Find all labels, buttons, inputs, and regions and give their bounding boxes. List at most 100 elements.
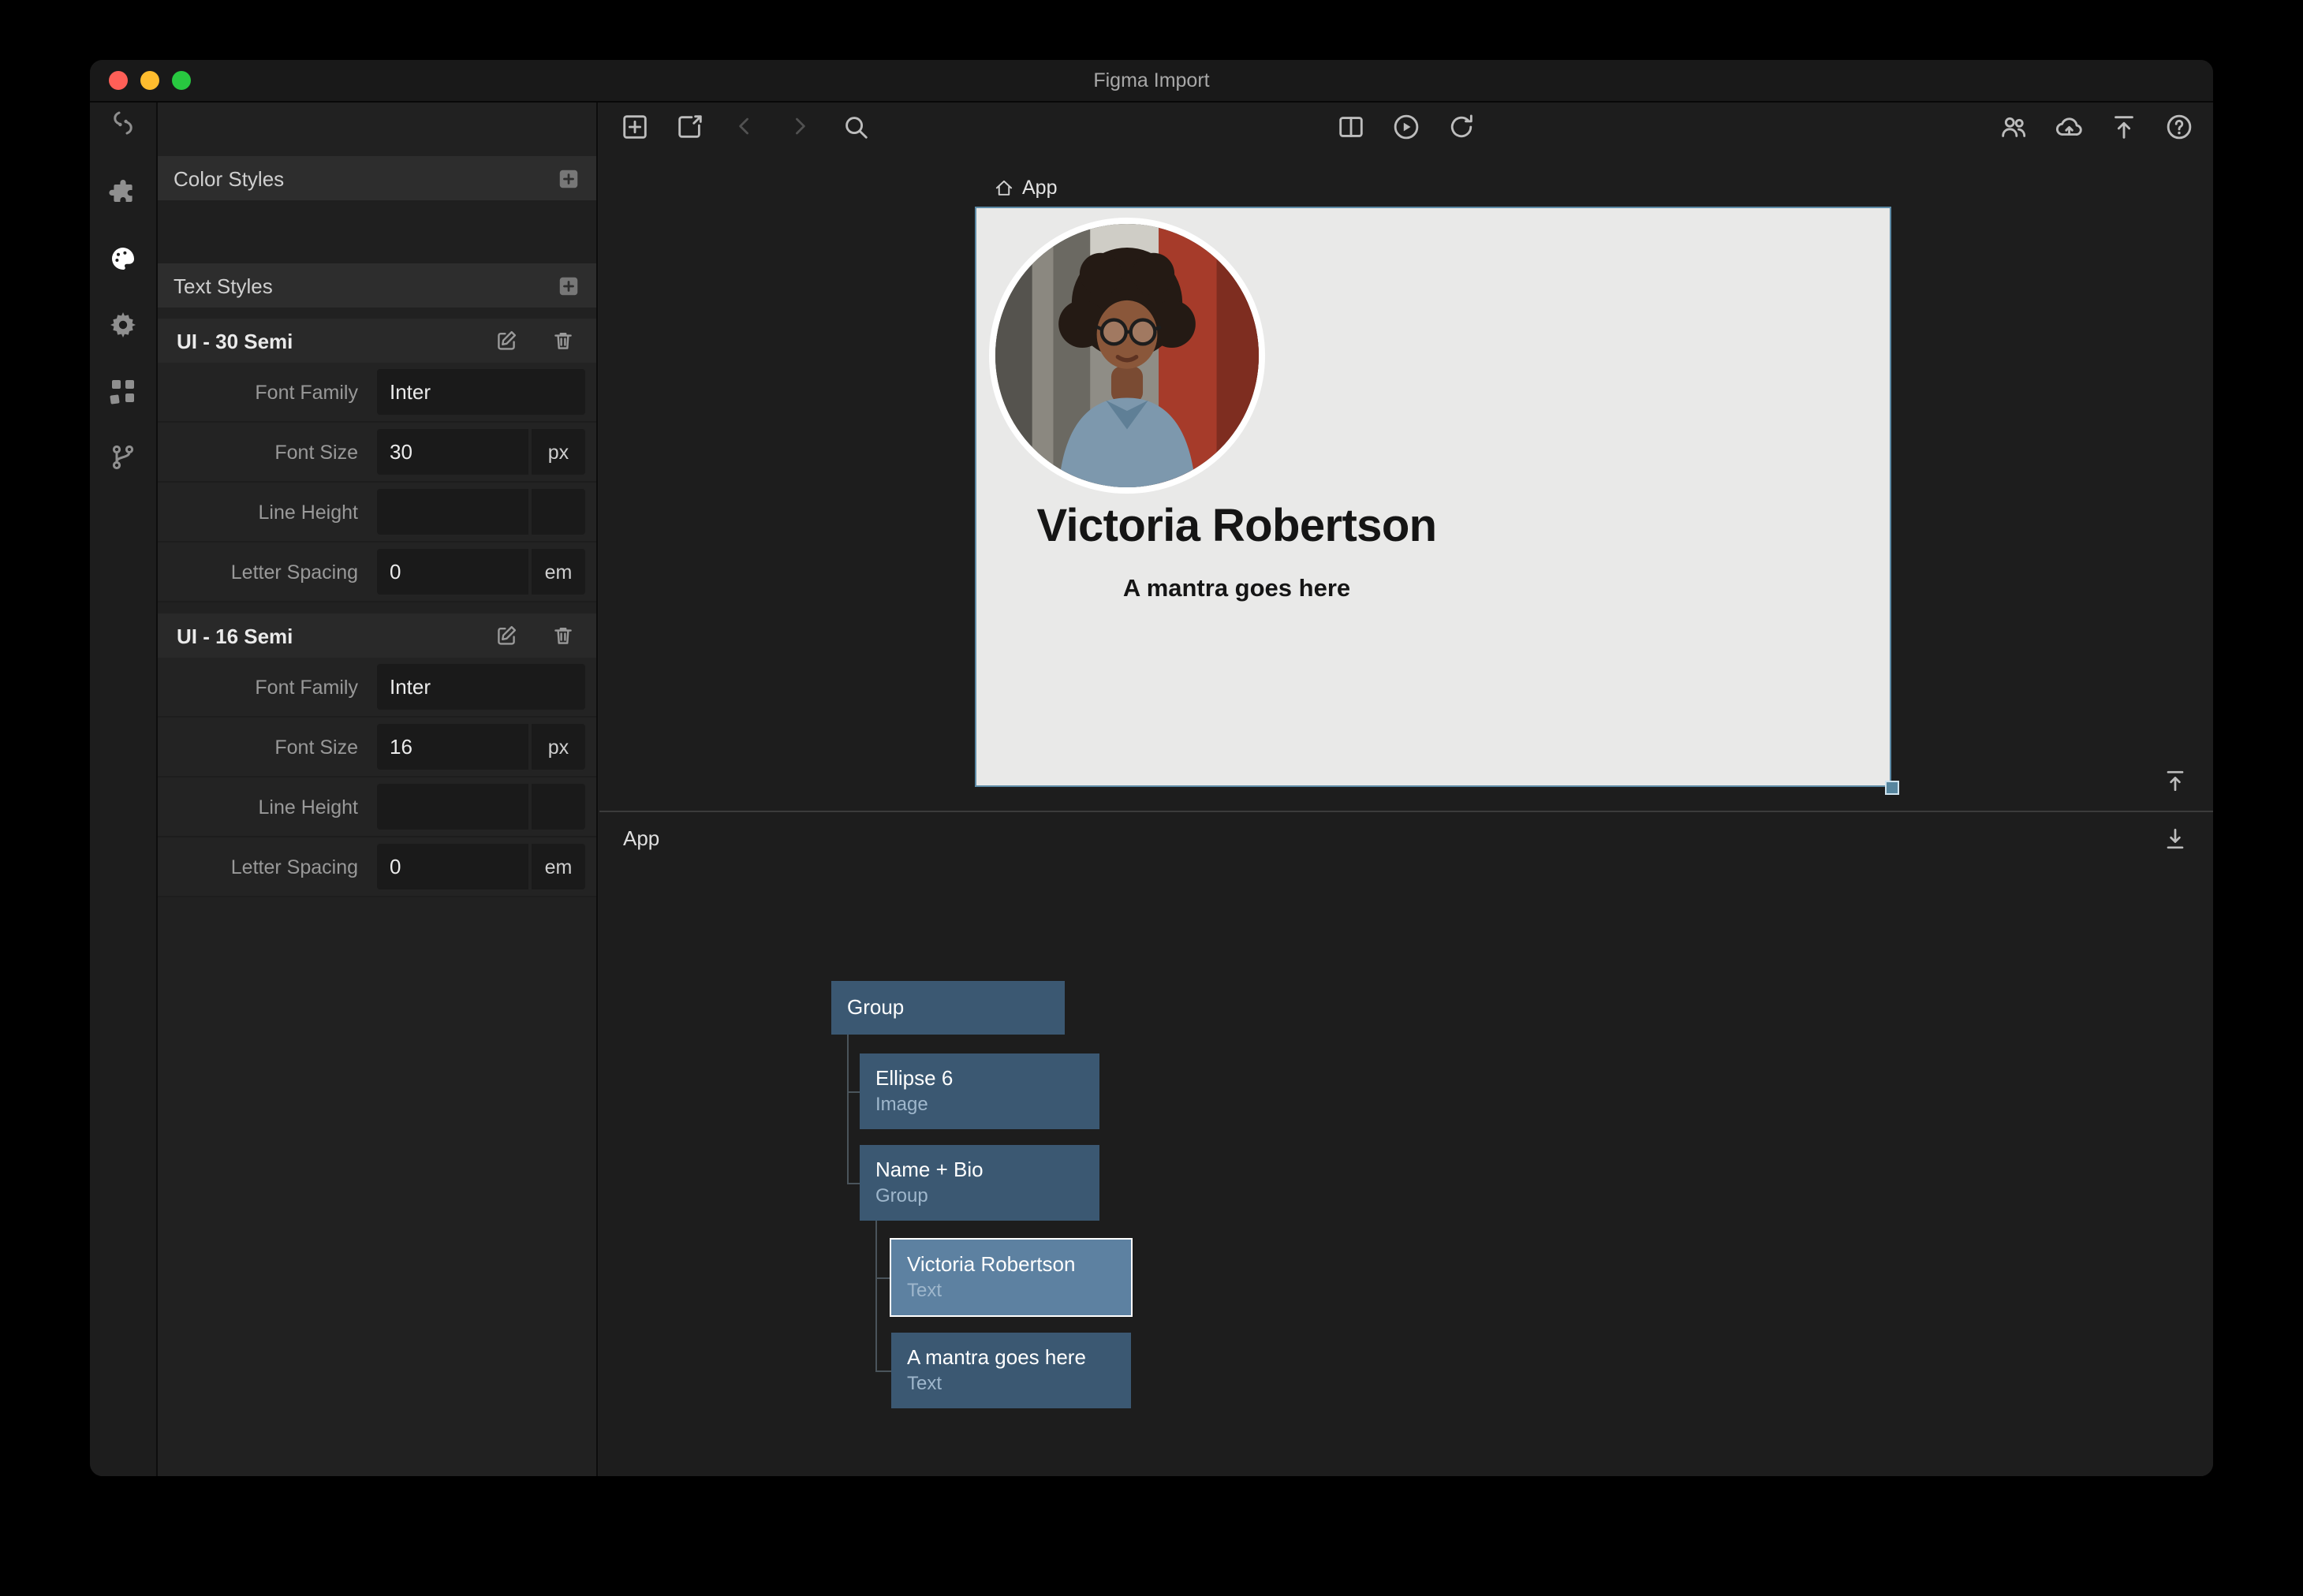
tree-node-mantra[interactable]: A mantra goes here Text (891, 1333, 1131, 1408)
search-button[interactable] (836, 107, 874, 145)
tree-connector (875, 1221, 877, 1370)
tree-node-type: Image (875, 1093, 1084, 1117)
tree-node-ellipse[interactable]: Ellipse 6 Image (860, 1053, 1099, 1129)
chevron-left-icon (730, 112, 759, 140)
gear-icon (107, 309, 139, 341)
tree-connector (875, 1277, 891, 1279)
font-family-label: Font Family (158, 676, 377, 698)
components-icon (107, 375, 139, 407)
tree-connector (875, 1370, 891, 1372)
import-button[interactable] (670, 107, 708, 145)
publish-button[interactable] (2104, 107, 2142, 145)
font-size-label: Font Size (158, 736, 377, 758)
app-frame[interactable]: Victoria Robertson A mantra goes here (975, 207, 1891, 787)
text-style-entry-header: UI - 30 Semi (158, 319, 596, 363)
color-styles-list-empty (158, 200, 596, 263)
font-family-row: Font Family Inter (158, 363, 596, 423)
refresh-icon (1446, 111, 1476, 141)
rail-item-branch[interactable] (104, 438, 142, 476)
font-family-input[interactable]: Inter (377, 369, 585, 415)
styles-panel: Color Styles Text Styles (158, 103, 598, 1476)
letter-spacing-label: Letter Spacing (158, 561, 377, 583)
tree-connector (847, 1035, 849, 1183)
text-styles-title: Text Styles (174, 274, 273, 297)
left-rail (90, 103, 158, 1476)
letter-spacing-row: Letter Spacing 0 em (158, 837, 596, 897)
font-size-input[interactable]: 30 (377, 429, 528, 475)
letter-spacing-input[interactable]: 0 (377, 844, 528, 889)
split-view-button[interactable] (1332, 107, 1370, 145)
text-style-name: UI - 16 Semi (177, 624, 293, 647)
tree-node-name-bio[interactable]: Name + Bio Group (860, 1145, 1099, 1221)
font-family-input[interactable]: Inter (377, 664, 585, 710)
color-styles-title: Color Styles (174, 166, 284, 190)
window-title: Figma Import (90, 60, 2213, 101)
play-button[interactable] (1387, 107, 1425, 145)
app-window: Figma Import (88, 58, 2215, 1478)
refresh-button[interactable] (1443, 107, 1480, 145)
add-text-style-button[interactable] (555, 273, 580, 298)
profile-photo[interactable] (989, 218, 1265, 494)
frame-mantra-text[interactable]: A mantra goes here (992, 576, 1481, 604)
breadcrumb[interactable]: App (994, 177, 1058, 199)
branch-icon (107, 442, 139, 473)
font-size-unit[interactable]: px (532, 429, 585, 475)
collapse-top-icon (2161, 766, 2189, 795)
line-height-row: Line Height (158, 777, 596, 837)
edit-style-button[interactable] (492, 326, 521, 355)
name-bio-group[interactable]: Victoria Robertson A mantra goes here (992, 502, 1481, 604)
vector-tool-icon (107, 107, 139, 139)
line-height-input[interactable] (377, 489, 528, 535)
split-view-icon (1336, 111, 1366, 141)
help-button[interactable] (2159, 107, 2197, 145)
main-area: App (599, 103, 2213, 1476)
tree-node-victoria[interactable]: Victoria Robertson Text (891, 1240, 1131, 1315)
expand-panel-button[interactable] (2159, 823, 2191, 855)
line-height-unit[interactable] (532, 784, 585, 830)
tree-node-label: Ellipse 6 (875, 1066, 1084, 1091)
line-height-label: Line Height (158, 501, 377, 523)
hierarchy-root-label[interactable]: App (623, 826, 659, 850)
letter-spacing-row: Letter Spacing 0 em (158, 543, 596, 602)
back-button[interactable] (726, 107, 763, 145)
text-styles-header: Text Styles (158, 263, 596, 308)
rail-item-components[interactable] (104, 372, 142, 410)
upload-icon (2108, 111, 2138, 141)
add-frame-button[interactable] (615, 107, 653, 145)
frame-name-text[interactable]: Victoria Robertson (992, 502, 1481, 554)
tree-node-group[interactable]: Group (831, 981, 1065, 1035)
play-icon (1391, 111, 1421, 141)
font-size-row: Font Size 30 px (158, 423, 596, 483)
edit-style-button[interactable] (492, 621, 521, 650)
rail-item-styles[interactable] (104, 240, 142, 278)
canvas[interactable]: App (599, 150, 2213, 811)
puzzle-icon (107, 177, 139, 208)
add-frame-icon (619, 111, 649, 141)
delete-style-button[interactable] (549, 326, 577, 355)
tree-node-type: Text (907, 1372, 1115, 1396)
forward-button[interactable] (781, 107, 819, 145)
main-toolbar (599, 103, 2213, 150)
collaborators-button[interactable] (1994, 107, 2032, 145)
delete-style-button[interactable] (549, 621, 577, 650)
selection-resize-handle[interactable] (1885, 781, 1899, 795)
font-size-input[interactable]: 16 (377, 724, 528, 770)
line-height-unit[interactable] (532, 489, 585, 535)
help-icon (2163, 111, 2193, 141)
cloud-sync-icon (2053, 111, 2083, 141)
users-icon (1998, 111, 2028, 141)
letter-spacing-input[interactable]: 0 (377, 549, 528, 595)
tree-node-type: Group (875, 1184, 1084, 1208)
letter-spacing-unit[interactable]: em (532, 549, 585, 595)
rail-item-plugins[interactable] (104, 173, 142, 211)
rail-item-settings[interactable] (104, 306, 142, 344)
letter-spacing-unit[interactable]: em (532, 844, 585, 889)
collapse-preview-button[interactable] (2159, 765, 2191, 796)
font-size-unit[interactable]: px (532, 724, 585, 770)
tree-connector (847, 1183, 860, 1184)
add-color-style-button[interactable] (555, 166, 580, 191)
cloud-sync-button[interactable] (2049, 107, 2087, 145)
rail-item-vector-tool[interactable] (104, 104, 142, 142)
font-size-row: Font Size 16 px (158, 718, 596, 777)
line-height-input[interactable] (377, 784, 528, 830)
